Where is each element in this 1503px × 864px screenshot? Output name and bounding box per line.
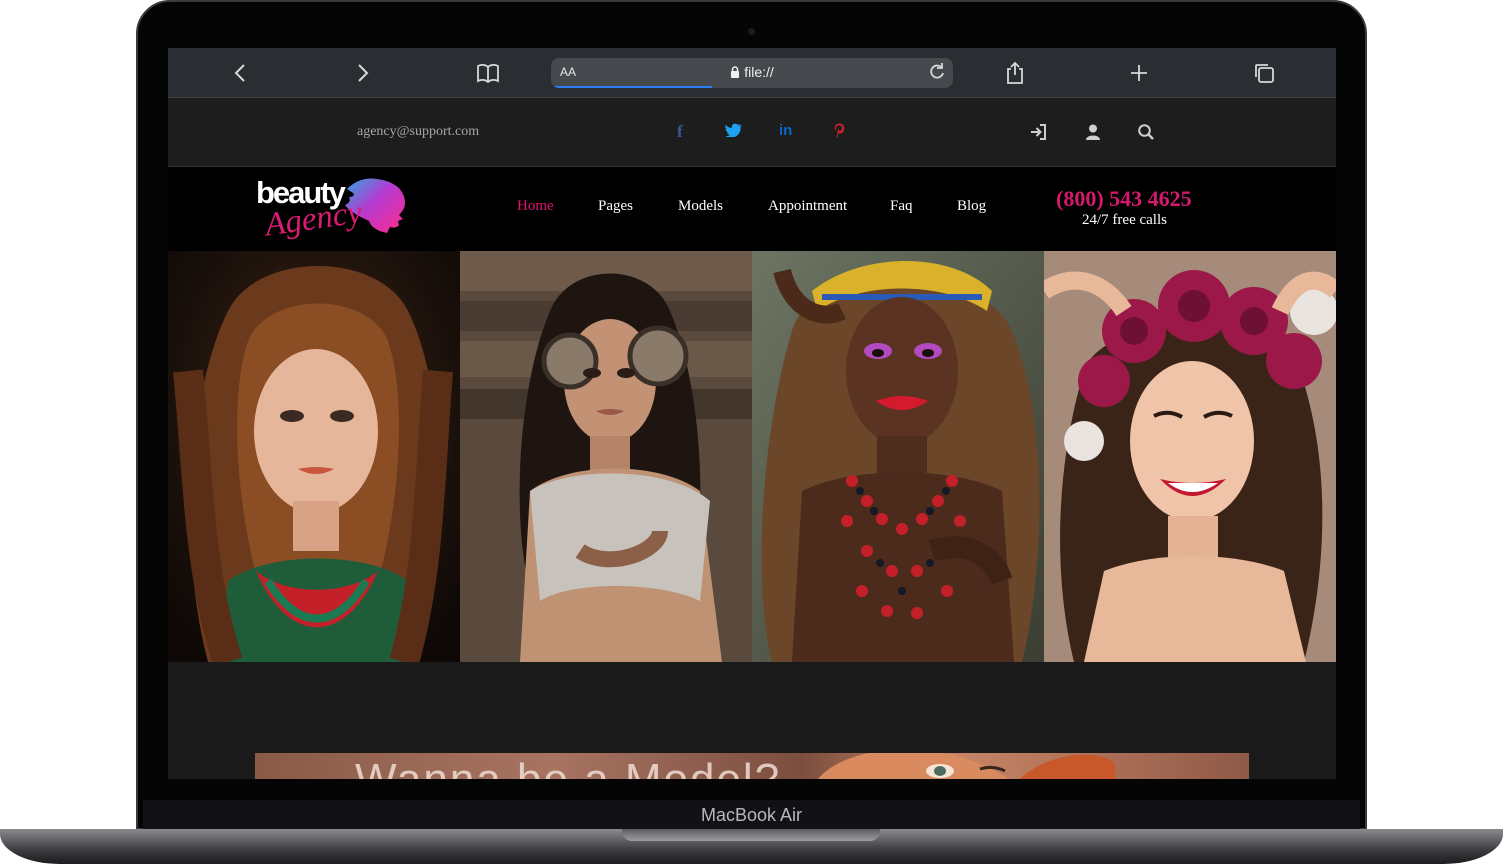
user-icon[interactable] xyxy=(1084,123,1102,141)
pinterest-icon[interactable] xyxy=(834,123,845,138)
main-navbar: beauty Agency Home Pages Models Appointm… xyxy=(168,167,1336,251)
browser-toolbar: AA file:// xyxy=(168,48,1336,98)
banner-headline: Wanna be a Model? xyxy=(355,755,781,779)
laptop-notch xyxy=(622,829,880,841)
nav-blog[interactable]: Blog xyxy=(957,198,986,215)
camera xyxy=(748,28,755,35)
login-icon[interactable] xyxy=(1030,123,1048,141)
model-recruit-banner[interactable]: Wanna be a Model? xyxy=(255,753,1249,779)
plus-icon xyxy=(1131,65,1147,81)
model-photo-3[interactable] xyxy=(752,251,1044,662)
model-portrait-3-image xyxy=(752,251,1044,662)
forward-button[interactable] xyxy=(350,60,376,86)
bookmarks-icon xyxy=(477,64,499,83)
address-bar[interactable]: AA file:// xyxy=(551,58,953,88)
support-email[interactable]: agency@support.com xyxy=(357,124,479,140)
new-tab-button[interactable] xyxy=(1126,60,1152,86)
tabs-icon xyxy=(1255,64,1274,83)
model-photo-1[interactable] xyxy=(168,251,460,662)
share-button[interactable] xyxy=(1002,60,1028,86)
chevron-right-icon xyxy=(358,64,369,82)
back-button[interactable] xyxy=(227,60,253,86)
bookmarks-button[interactable] xyxy=(475,60,501,86)
lock-icon xyxy=(731,66,740,78)
model-photo-4[interactable] xyxy=(1044,251,1336,662)
chevron-left-icon xyxy=(234,64,245,82)
device-label: MacBook Air xyxy=(700,805,803,825)
tabs-overview-button[interactable] xyxy=(1251,60,1277,86)
model-portrait-4-image xyxy=(1044,251,1336,662)
nav-pages[interactable]: Pages xyxy=(598,198,633,215)
phone-note: 24/7 free calls xyxy=(1082,212,1167,228)
url-text: file:// xyxy=(744,64,774,80)
model-portrait-2-image xyxy=(460,251,752,662)
reload-icon[interactable] xyxy=(927,62,947,82)
beauty-agency-logo[interactable]: beauty Agency xyxy=(255,175,415,244)
linkedin-icon[interactable]: in xyxy=(779,122,792,139)
browser-screen: AA file:// agency@support.com f in beaut… xyxy=(168,48,1336,779)
phone-number[interactable]: (800) 543 4625 xyxy=(1056,186,1192,212)
nav-faq[interactable]: Faq xyxy=(890,198,913,215)
model-photo-2[interactable] xyxy=(460,251,752,662)
search-icon[interactable] xyxy=(1137,123,1155,141)
twitter-icon[interactable] xyxy=(725,123,742,137)
top-info-bar: agency@support.com f in xyxy=(168,98,1336,167)
nav-home[interactable]: Home xyxy=(517,198,554,215)
share-icon xyxy=(1007,61,1023,84)
banner-face-image xyxy=(818,753,1115,779)
model-portrait-1-image xyxy=(168,251,460,662)
load-progress-bar xyxy=(553,86,712,88)
facebook-icon[interactable]: f xyxy=(677,122,683,142)
url-display: file:// xyxy=(551,64,953,80)
nav-appointment[interactable]: Appointment xyxy=(768,198,847,215)
nav-models[interactable]: Models xyxy=(678,198,723,215)
model-gallery xyxy=(168,251,1336,662)
